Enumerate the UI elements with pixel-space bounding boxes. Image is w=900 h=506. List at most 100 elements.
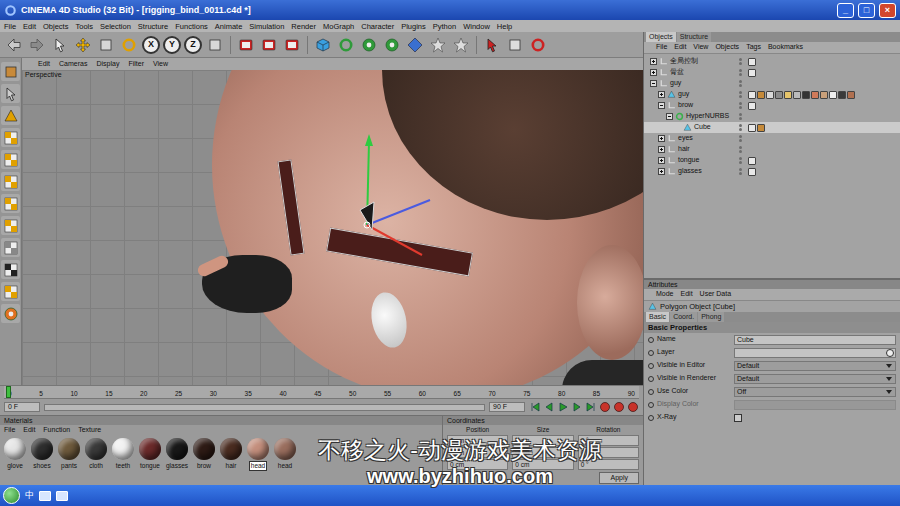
tag-icon[interactable] [748, 124, 756, 132]
attribute-tab[interactable]: Phong [698, 312, 724, 322]
object-row[interactable]: guy [644, 89, 900, 100]
menu-item[interactable]: File [4, 22, 16, 31]
axis-mode-icon[interactable] [1, 216, 20, 235]
object-row[interactable]: brow [644, 100, 900, 111]
select-icon[interactable] [50, 35, 70, 55]
material-item[interactable]: glasses [165, 438, 189, 471]
editor-visibility-dot[interactable] [739, 102, 742, 105]
undo-icon[interactable] [4, 35, 24, 55]
menu-item[interactable]: Tools [75, 22, 93, 31]
render-settings-icon[interactable] [282, 35, 302, 55]
visibility-dots[interactable] [732, 91, 748, 98]
redo-icon[interactable] [27, 35, 47, 55]
object-row[interactable]: 全局控制 [644, 56, 900, 67]
camera-view-icon[interactable] [1, 62, 20, 81]
animate-toggle[interactable] [648, 363, 654, 369]
window-control-button[interactable]: _ [837, 3, 854, 18]
object-mode-icon[interactable] [1, 172, 20, 191]
render-visibility-dot[interactable] [739, 73, 742, 76]
visibility-dots[interactable] [732, 58, 748, 65]
polygons-mode-icon[interactable] [1, 128, 20, 147]
object-row[interactable]: hair [644, 144, 900, 155]
next-frame-icon[interactable] [571, 401, 583, 413]
material-item[interactable]: teeth [111, 438, 135, 471]
menu-item[interactable]: View [693, 43, 708, 51]
renderer-icon[interactable] [528, 35, 548, 55]
coordinate-field[interactable]: 0 cm [447, 459, 508, 470]
autokey-icon[interactable] [613, 401, 625, 413]
select-field[interactable]: Default [734, 361, 896, 371]
expand-toggle[interactable] [658, 157, 665, 164]
coordinate-field[interactable]: 0 ° [578, 435, 639, 446]
attribute-tab[interactable]: Coord. [670, 312, 697, 322]
render-visibility-dot[interactable] [739, 150, 742, 153]
link-field[interactable] [734, 348, 896, 358]
tag-icon[interactable] [748, 58, 756, 66]
animate-toggle[interactable] [648, 376, 654, 382]
menu-item[interactable]: Objects [715, 43, 739, 51]
render-picture-icon[interactable] [259, 35, 279, 55]
edges-mode-icon[interactable] [1, 106, 20, 125]
menu-item[interactable]: Function [43, 426, 70, 434]
tag-icon[interactable] [775, 91, 783, 99]
visibility-dots[interactable] [732, 69, 748, 76]
menu-item[interactable]: Edit [23, 22, 36, 31]
menu-item[interactable]: Objects [43, 22, 68, 31]
menu-item[interactable]: Tags [746, 43, 761, 51]
expand-toggle[interactable] [658, 135, 665, 142]
editor-visibility-dot[interactable] [739, 113, 742, 116]
editor-visibility-dot[interactable] [739, 124, 742, 127]
tag-icon[interactable] [802, 91, 810, 99]
prev-frame-icon[interactable] [543, 401, 555, 413]
visibility-dots[interactable] [732, 135, 748, 142]
material-item[interactable]: head [246, 438, 270, 471]
close-button[interactable]: × [879, 3, 896, 18]
tag-icon[interactable] [748, 69, 756, 77]
object-row[interactable]: eyes [644, 133, 900, 144]
viewport-menu-item[interactable]: Cameras [59, 60, 87, 68]
snap-icon[interactable] [1, 282, 20, 301]
visibility-dots[interactable] [732, 157, 748, 164]
expand-toggle[interactable] [658, 102, 665, 109]
menu-item[interactable]: Functions [175, 22, 208, 31]
menu-item[interactable]: Animate [215, 22, 243, 31]
menu-item[interactable]: Mode [656, 290, 674, 298]
render-visibility-dot[interactable] [739, 84, 742, 87]
editor-visibility-dot[interactable] [739, 146, 742, 149]
go-start-icon[interactable] [529, 401, 541, 413]
checkbox[interactable] [734, 414, 742, 422]
cube-icon[interactable] [313, 35, 333, 55]
menu-item[interactable]: File [656, 43, 667, 51]
editor-visibility-dot[interactable] [739, 80, 742, 83]
menu-item[interactable]: Simulation [249, 22, 284, 31]
attribute-tab[interactable]: Basic [646, 312, 669, 322]
expand-toggle[interactable] [666, 113, 673, 120]
texture-mode-icon[interactable] [1, 194, 20, 213]
axis-lock-button[interactable]: X [142, 36, 160, 54]
tag-icon[interactable] [838, 91, 846, 99]
tray-app-icon[interactable] [56, 491, 68, 501]
select-field[interactable]: Default [734, 374, 896, 384]
coordinate-field[interactable]: 0 ° [578, 447, 639, 458]
material-item[interactable]: hair [219, 438, 243, 471]
render-visibility-dot[interactable] [739, 117, 742, 120]
scene-icon[interactable] [428, 35, 448, 55]
axis-lock-button[interactable]: Z [184, 36, 202, 54]
menu-item[interactable]: Bookmarks [768, 43, 803, 51]
select-field[interactable]: Off [734, 387, 896, 397]
panel-tab[interactable]: Objects [646, 32, 676, 42]
menu-item[interactable]: Structure [138, 22, 168, 31]
visibility-dots[interactable] [732, 146, 748, 153]
animate-toggle[interactable] [648, 415, 654, 421]
menu-item[interactable]: Help [497, 22, 512, 31]
object-row[interactable]: 骨盆 [644, 67, 900, 78]
scale-icon[interactable] [96, 35, 116, 55]
material-item[interactable]: glove [3, 438, 27, 471]
viewport-menu-item[interactable]: Display [96, 60, 119, 68]
visibility-dots[interactable] [732, 80, 748, 87]
tweak-mode-icon[interactable] [1, 238, 20, 257]
render-visibility-dot[interactable] [739, 62, 742, 65]
text-field[interactable]: Cube [734, 335, 896, 345]
viewport-menu-item[interactable]: Filter [128, 60, 144, 68]
menu-item[interactable]: MoGraph [323, 22, 354, 31]
